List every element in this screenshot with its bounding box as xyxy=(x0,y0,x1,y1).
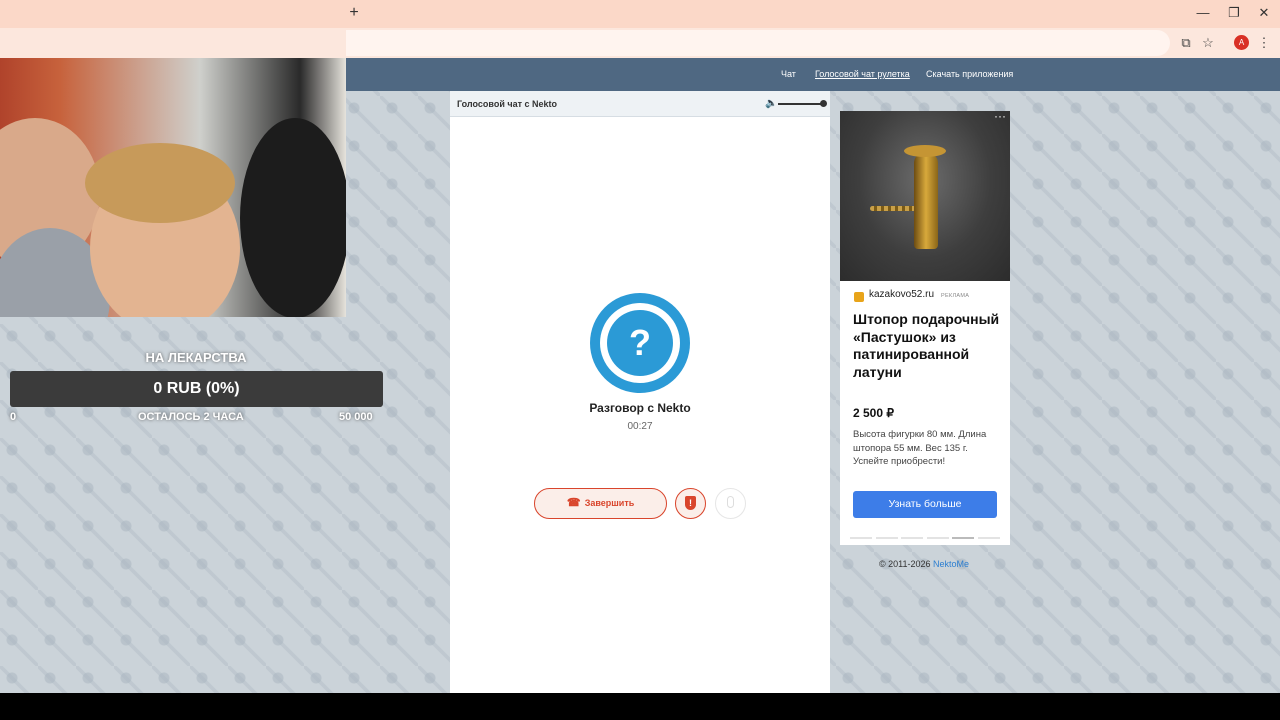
donation-progress-bar: 0 RUB (0%) xyxy=(10,371,383,407)
ad-favicon-icon xyxy=(854,292,864,302)
new-tab-button[interactable]: + xyxy=(346,4,362,22)
volume-slider-handle[interactable] xyxy=(820,100,827,107)
donation-remaining: ОСТАЛОСЬ 2 ЧАСА xyxy=(138,411,244,423)
voice-chat-panel: Голосовой чат с Nekto 🔈 ? Разговор с Nek… xyxy=(450,91,830,693)
donation-amount: 0 RUB (0%) xyxy=(153,380,240,397)
mute-mic-button[interactable] xyxy=(715,488,746,519)
restore-icon[interactable]: ❐ xyxy=(1223,4,1245,22)
nav-link-chat[interactable]: Чат xyxy=(781,58,796,91)
ad-carousel-dot[interactable] xyxy=(977,537,1000,539)
report-button[interactable]: ! xyxy=(675,488,706,519)
browser-toolbar: ⧉ ☆ ⋮ xyxy=(0,28,1280,58)
webcam-overlay xyxy=(0,58,346,317)
chat-header-title: Голосовой чат с Nekto xyxy=(457,99,558,109)
microphone-icon xyxy=(727,496,734,508)
ad-carousel-dot[interactable] xyxy=(952,537,974,539)
partner-avatar: ? xyxy=(590,293,690,393)
nav-link-voice-chat[interactable]: Голосовой чат рулетка xyxy=(815,58,910,91)
volume-slider[interactable] xyxy=(778,103,823,105)
browser-tab-bar: + — ❐ ✕ xyxy=(0,0,1280,28)
copyright-text: © 2011-2026 xyxy=(879,559,934,569)
minimize-icon[interactable]: — xyxy=(1192,4,1214,22)
browser-menu-icon[interactable]: ⋮ xyxy=(1255,34,1273,52)
ad-carousel-dot[interactable] xyxy=(926,537,949,539)
taskbar xyxy=(0,693,1280,720)
ad-domain[interactable]: kazakovo52.ru xyxy=(869,289,934,300)
call-timer: 00:27 xyxy=(627,421,653,432)
ad-label: РЕКЛАМА xyxy=(941,293,970,299)
end-call-label: Завершить xyxy=(584,498,635,508)
ad-more-options-icon[interactable]: ··· xyxy=(992,111,1008,123)
nektome-link[interactable]: NektoMe xyxy=(933,559,969,569)
conversation-title: Разговор с Nekto xyxy=(589,401,691,415)
end-call-button[interactable]: ☎ Завершить xyxy=(534,488,667,519)
ad-description: Высота фигурки 80 мм. Длина штопора 55 м… xyxy=(853,429,987,467)
page-background: Чат Голосовой чат рулетка Скачать прилож… xyxy=(0,58,1280,693)
donation-goal: 50 000 xyxy=(339,411,373,423)
nav-link-download[interactable]: Скачать приложения xyxy=(926,58,1013,91)
ad-block[interactable]: ··· kazakovo52.ru РЕКЛАМА Штопор подароч… xyxy=(840,111,1010,545)
ad-carousel-dot[interactable] xyxy=(901,537,923,539)
profile-avatar[interactable]: A xyxy=(1234,35,1249,50)
bookmark-star-icon[interactable]: ☆ xyxy=(1199,34,1217,52)
donation-title: НА ЛЕКАРСТВА xyxy=(145,350,247,365)
copyright: © 2011-2026 NektoMe xyxy=(879,559,969,569)
ad-carousel-dot[interactable] xyxy=(875,537,898,539)
address-bar[interactable] xyxy=(346,30,1170,56)
ad-price: 2 500 ₽ xyxy=(853,406,894,420)
donation-min: 0 xyxy=(10,411,17,423)
ad-title[interactable]: Штопор подарочный «Пастушок» из патиниро… xyxy=(853,311,1005,381)
question-mark-icon: ? xyxy=(607,310,673,376)
shield-icon: ! xyxy=(685,496,696,510)
speaker-icon[interactable]: 🔈 xyxy=(765,97,777,111)
ad-learn-more-button[interactable]: Узнать больше xyxy=(853,491,997,518)
hang-up-phone-icon: ☎ xyxy=(566,497,581,509)
ad-carousel-dot[interactable] xyxy=(850,537,872,539)
ad-carousel-indicator xyxy=(850,537,1000,539)
chat-header: Голосовой чат с Nekto 🔈 xyxy=(450,91,830,117)
ad-product-image[interactable]: ··· xyxy=(840,111,1010,281)
install-app-icon[interactable]: ⧉ xyxy=(1177,34,1195,52)
close-icon[interactable]: ✕ xyxy=(1253,4,1275,22)
